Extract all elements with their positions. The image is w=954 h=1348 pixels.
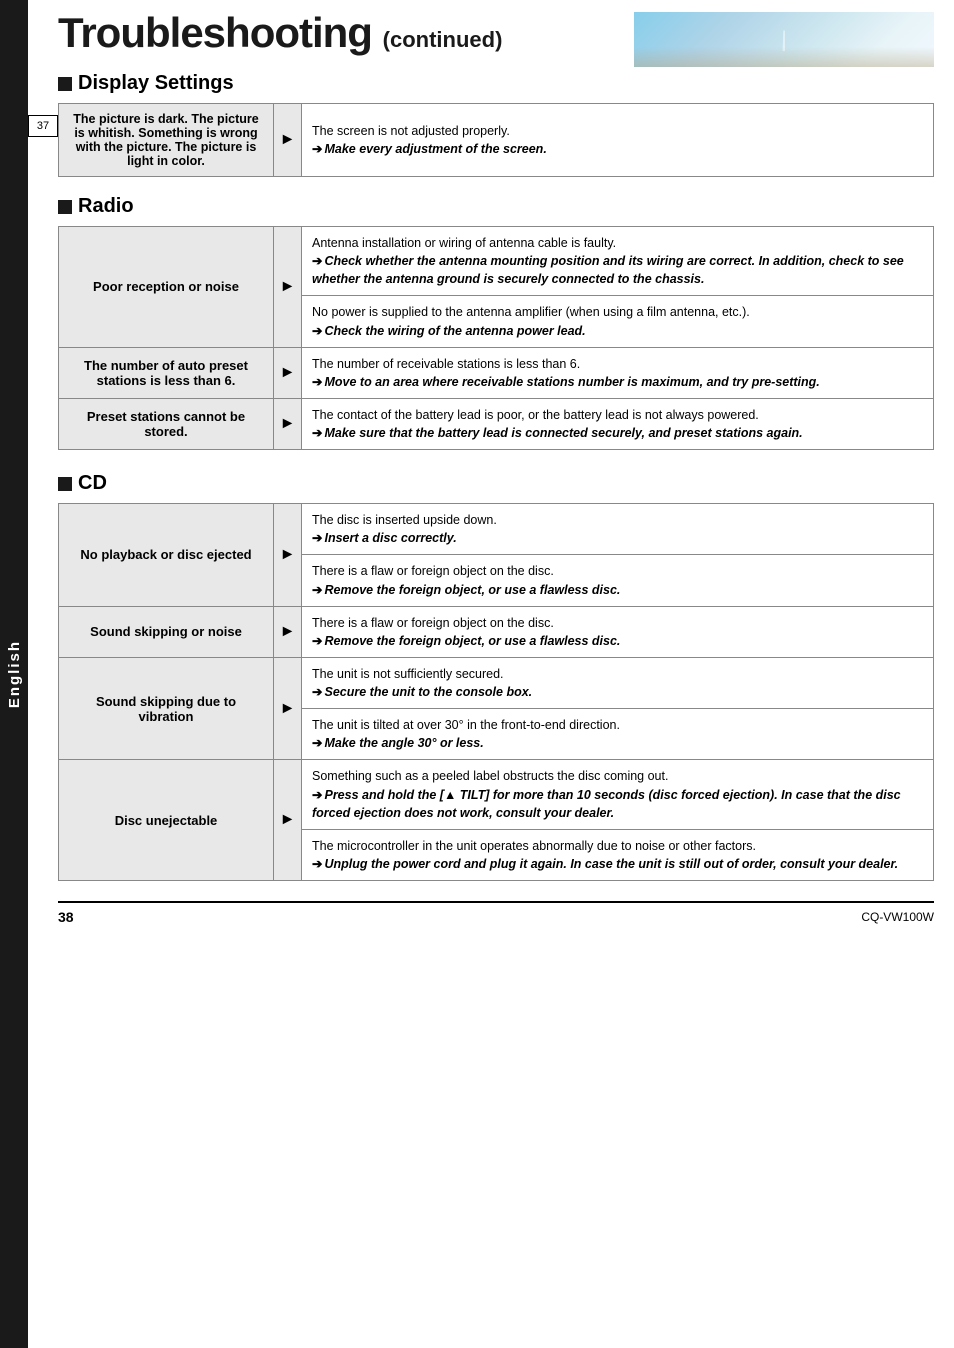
footer-page-number: 38 <box>58 909 74 925</box>
arrow-cell: ► <box>274 398 302 449</box>
solution-cell: Antenna installation or wiring of antenn… <box>302 227 934 296</box>
title-text: Troubleshooting <box>58 9 372 56</box>
main-content: Troubleshooting (continued) Display Sett… <box>58 0 934 955</box>
solution-cell: There is a flaw or foreign object on the… <box>302 606 934 657</box>
symptom-cell-poor-reception: Poor reception or noise <box>59 227 274 348</box>
arrow-cell: ► <box>274 760 302 881</box>
radio-table: Poor reception or noise ► Antenna instal… <box>58 226 934 450</box>
table-row: No playback or disc ejected ► The disc i… <box>59 504 934 555</box>
solution-cell: There is a flaw or foreign object on the… <box>302 555 934 606</box>
display-settings-title: Display Settings <box>78 72 234 95</box>
page-badge-37: 37 <box>28 115 58 137</box>
page-header: Troubleshooting (continued) <box>58 12 934 54</box>
solution-cell: The unit is not sufficiently secured. ➔S… <box>302 657 934 708</box>
table-row: Disc unejectable ► Something such as a p… <box>59 760 934 829</box>
section-square-radio <box>58 200 72 214</box>
arrow-cell: ► <box>274 347 302 398</box>
table-row: Sound skipping due to vibration ► The un… <box>59 657 934 708</box>
symptom-cell-preset: The number of auto preset stations is le… <box>59 347 274 398</box>
arrow-cell: ► <box>274 657 302 760</box>
symptom-cell-vibration: Sound skipping due to vibration <box>59 657 274 760</box>
cd-section-header: CD <box>58 472 934 495</box>
display-settings-section-header: Display Settings <box>58 72 934 95</box>
section-square-cd <box>58 477 72 491</box>
table-row: The picture is dark. The picture is whit… <box>59 104 934 177</box>
page-title: Troubleshooting (continued) <box>58 12 502 54</box>
solution-cell: The unit is tilted at over 30° in the fr… <box>302 709 934 760</box>
footer-model: CQ-VW100W <box>861 910 934 924</box>
arrow-cell: ► <box>274 504 302 607</box>
solution-cell: The disc is inserted upside down. ➔Inser… <box>302 504 934 555</box>
solution-cell: The number of receivable stations is les… <box>302 347 934 398</box>
display-settings-table: The picture is dark. The picture is whit… <box>58 103 934 177</box>
cd-table: No playback or disc ejected ► The disc i… <box>58 503 934 881</box>
continued-text: (continued) <box>383 27 503 52</box>
cd-title: CD <box>78 472 107 495</box>
symptom-cell-unejectable: Disc unejectable <box>59 760 274 881</box>
section-square-display <box>58 77 72 91</box>
table-row: The number of auto preset stations is le… <box>59 347 934 398</box>
arrow-cell: ► <box>274 606 302 657</box>
side-label: English <box>0 0 28 1348</box>
radio-title: Radio <box>78 195 134 218</box>
table-row: Poor reception or noise ► Antenna instal… <box>59 227 934 296</box>
arrow-cell: ► <box>274 227 302 348</box>
solution-cell: Something such as a peeled label obstruc… <box>302 760 934 829</box>
solution-cell: No power is supplied to the antenna ampl… <box>302 296 934 347</box>
radio-section-header: Radio <box>58 195 934 218</box>
symptom-cell-preset-stored: Preset stations cannot be stored. <box>59 398 274 449</box>
solution-cell: The screen is not adjusted properly. ➔Ma… <box>302 104 934 177</box>
solution-cell: The microcontroller in the unit operates… <box>302 829 934 880</box>
solution-cell: The contact of the battery lead is poor,… <box>302 398 934 449</box>
side-label-text: English <box>6 640 23 708</box>
symptom-cell-no-playback: No playback or disc ejected <box>59 504 274 607</box>
arrow-cell: ► <box>274 104 302 177</box>
table-row: Preset stations cannot be stored. ► The … <box>59 398 934 449</box>
symptom-cell: The picture is dark. The picture is whit… <box>59 104 274 177</box>
symptom-cell-sound-skipping-noise: Sound skipping or noise <box>59 606 274 657</box>
footer: 38 CQ-VW100W <box>58 901 934 925</box>
table-row: Sound skipping or noise ► There is a fla… <box>59 606 934 657</box>
